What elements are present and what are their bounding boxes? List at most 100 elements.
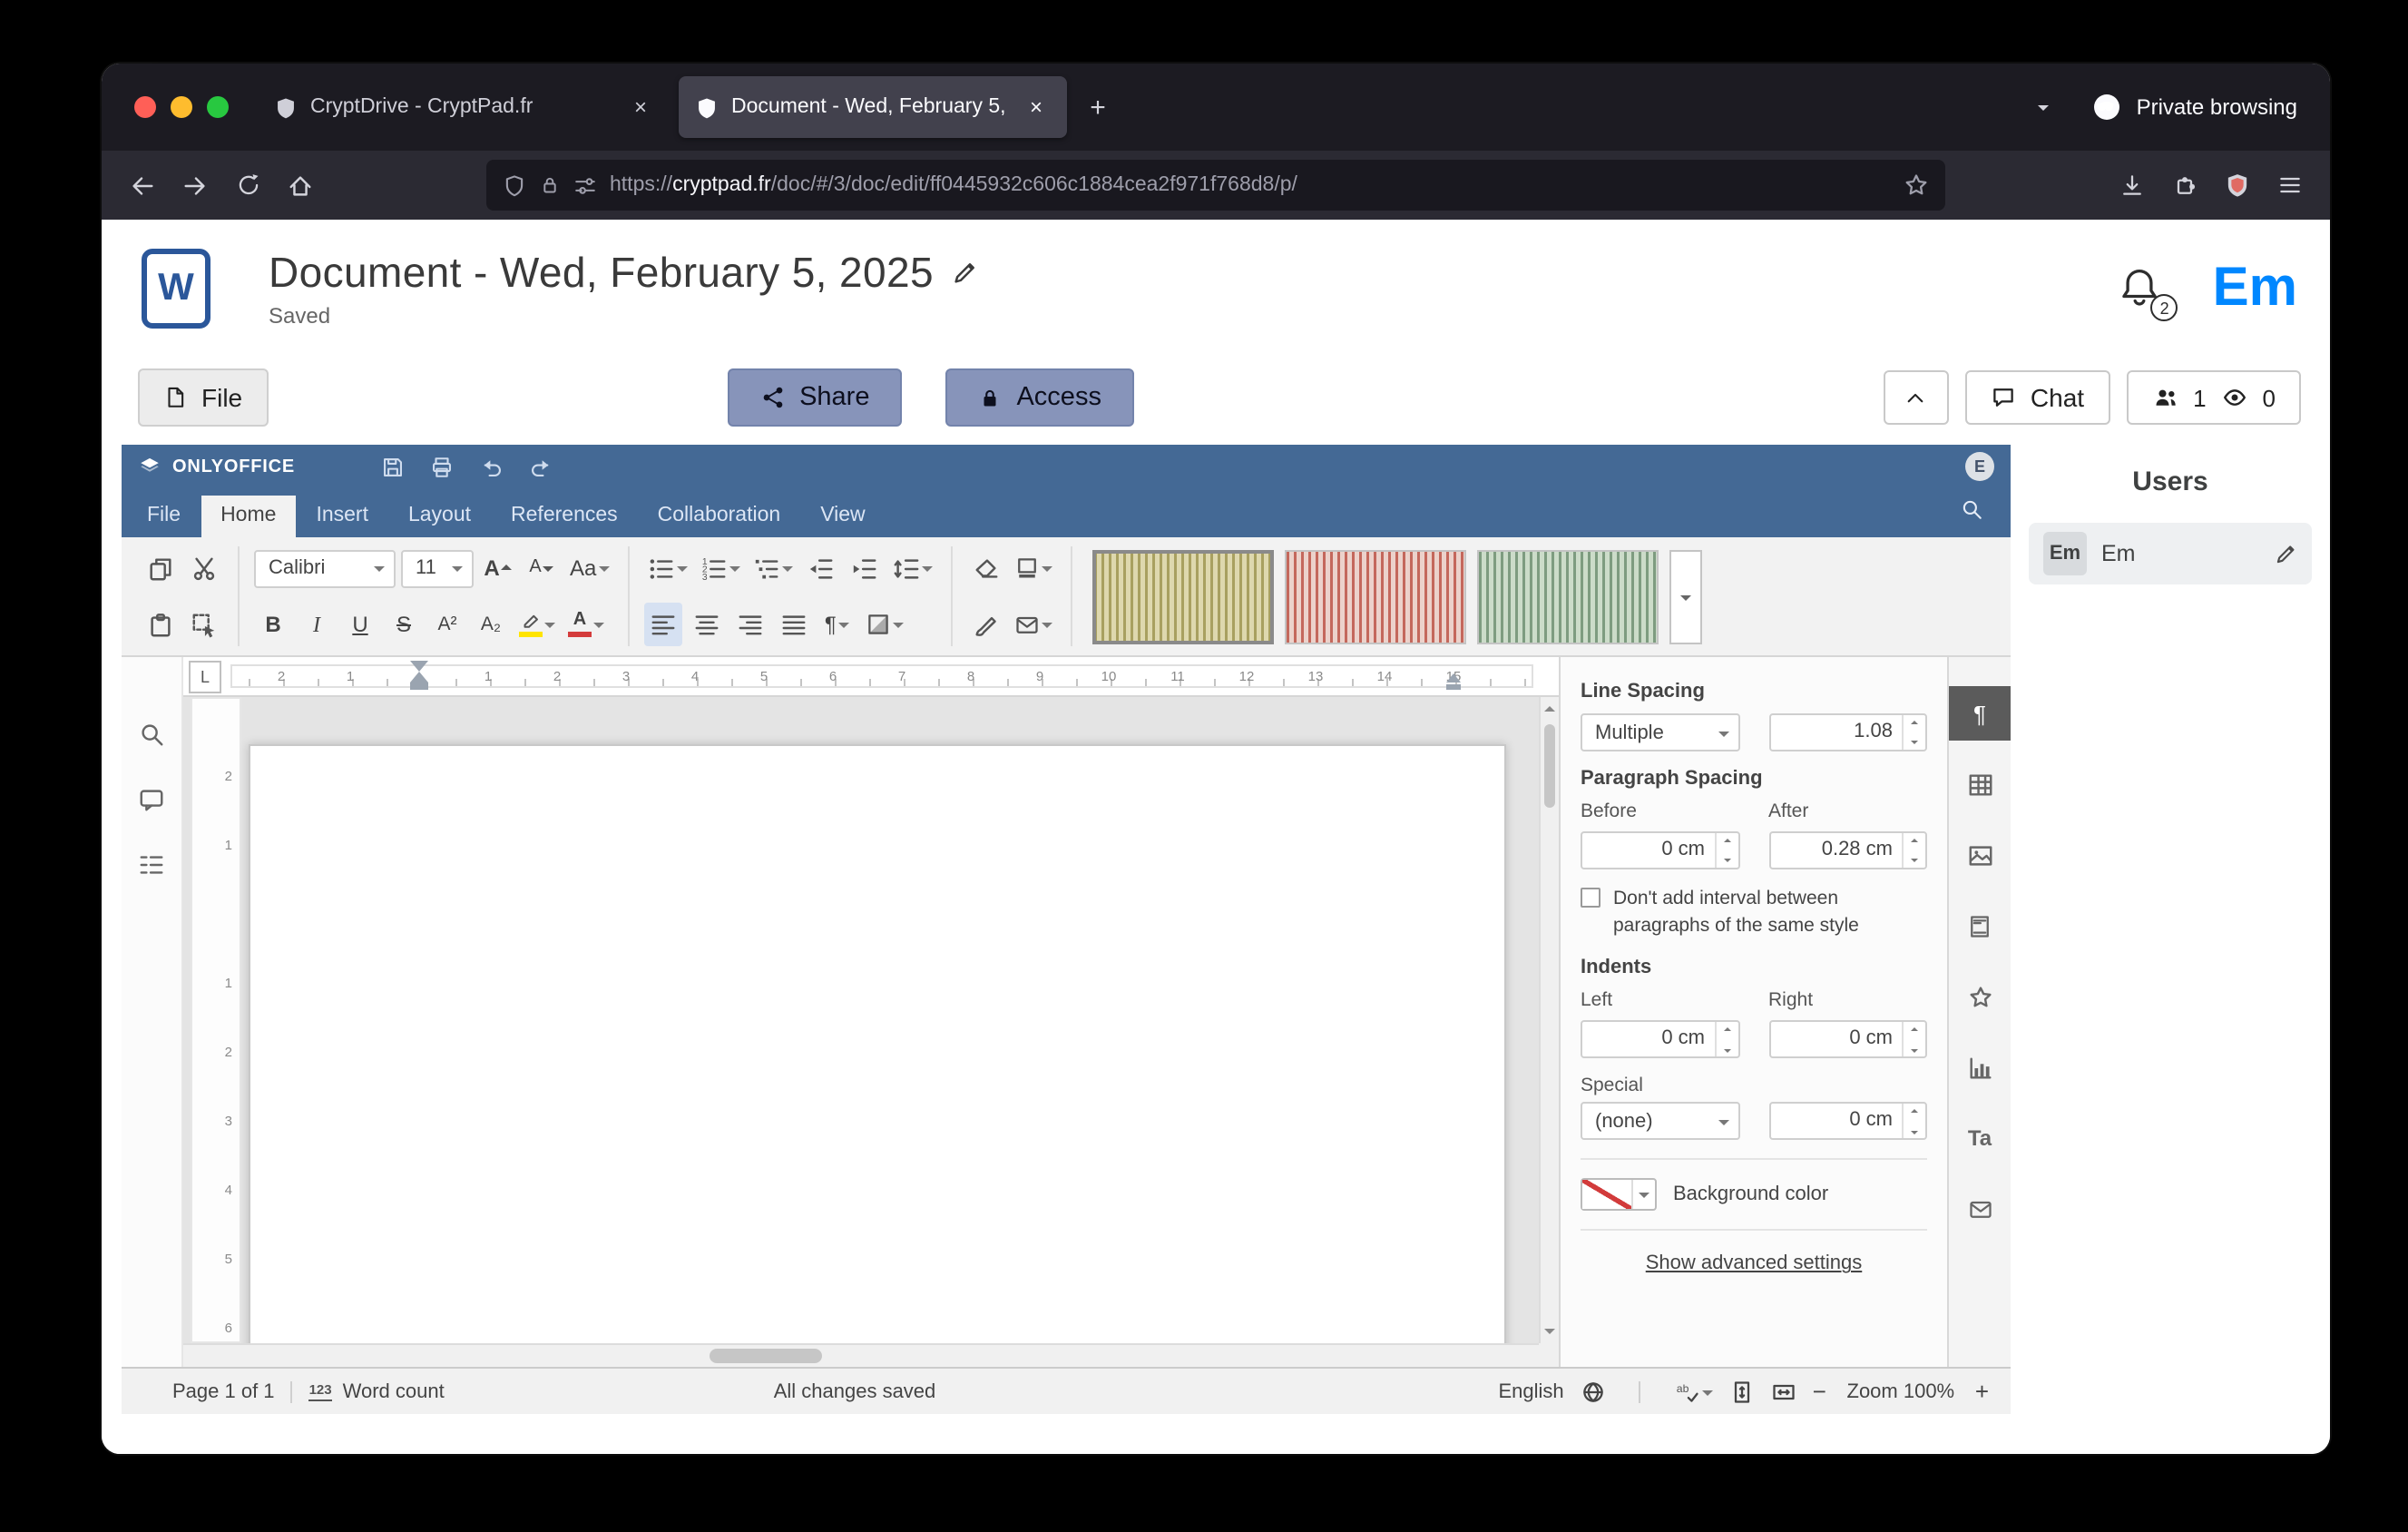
increase-indent-icon[interactable] (845, 546, 883, 590)
spin-down-icon[interactable] (1716, 850, 1737, 868)
copy-style-icon[interactable] (966, 603, 1004, 646)
permissions-sliders-icon[interactable] (573, 173, 597, 197)
nonprinting-characters-icon[interactable]: ¶ (817, 603, 856, 646)
indent-right-spinner[interactable]: 0 cm (1768, 1021, 1927, 1059)
style-thumbnail-2[interactable] (1284, 549, 1465, 643)
ublock-origin-icon[interactable] (2210, 160, 2263, 211)
shape-settings-icon[interactable] (1948, 969, 2012, 1024)
line-spacing-icon[interactable] (888, 546, 935, 590)
menu-tab-home[interactable]: Home (201, 495, 296, 537)
decrease-indent-icon[interactable] (801, 546, 839, 590)
horizontal-scrollbar[interactable] (183, 1343, 1539, 1367)
right-indent-marker[interactable] (1446, 666, 1461, 683)
language-button[interactable]: English (1498, 1380, 1563, 1402)
change-case-icon[interactable]: Aa (566, 546, 612, 590)
line-spacing-select[interactable]: Multiple (1581, 713, 1739, 751)
strikethrough-icon[interactable]: S (385, 603, 423, 646)
indent-left-spinner[interactable]: 0 cm (1581, 1021, 1739, 1059)
undo-icon[interactable] (469, 448, 513, 485)
scroll-down-icon[interactable] (1541, 1320, 1559, 1341)
edit-title-pencil-icon[interactable] (952, 260, 979, 287)
image-settings-icon[interactable] (1948, 828, 2012, 882)
bookmark-star-icon[interactable] (1904, 172, 1929, 198)
fit-width-icon[interactable] (1771, 1379, 1796, 1404)
access-button[interactable]: Access (945, 368, 1134, 427)
spin-up-icon[interactable] (1716, 1023, 1737, 1040)
menu-tab-collaboration[interactable]: Collaboration (638, 495, 801, 537)
mail-merge-icon[interactable] (1010, 603, 1055, 646)
paste-icon[interactable] (142, 603, 180, 646)
close-window-button[interactable] (134, 96, 156, 118)
user-avatar[interactable]: Em (2213, 261, 2297, 316)
decrease-font-icon[interactable]: A (523, 546, 561, 590)
interval-checkbox[interactable] (1581, 888, 1600, 908)
header-footer-settings-icon[interactable] (1948, 899, 2012, 953)
word-count-button[interactable]: Word count (343, 1380, 445, 1402)
spin-down-icon[interactable] (1716, 1040, 1737, 1057)
document-page[interactable] (249, 744, 1506, 1367)
align-right-icon[interactable] (730, 603, 768, 646)
chat-button[interactable]: Chat (1965, 370, 2109, 425)
style-thumbnail-1[interactable] (1091, 549, 1273, 643)
file-menu-button[interactable]: File (138, 368, 268, 427)
list-tabs-chevron-icon[interactable] (2021, 83, 2068, 131)
globe-icon[interactable] (1581, 1379, 1606, 1404)
edit-user-pencil-icon[interactable] (2274, 542, 2297, 565)
lock-icon[interactable] (539, 174, 561, 196)
tracking-protection-shield-icon[interactable] (503, 173, 526, 197)
print-icon[interactable] (420, 448, 464, 485)
underline-icon[interactable]: U (341, 603, 379, 646)
close-tab-icon[interactable]: × (626, 93, 655, 122)
zoom-out-button[interactable]: − (1813, 1378, 1826, 1405)
fit-page-icon[interactable] (1729, 1379, 1755, 1404)
special-amount-spinner[interactable]: 0 cm (1768, 1103, 1927, 1141)
special-select[interactable]: (none) (1581, 1103, 1739, 1141)
find-icon[interactable] (128, 712, 175, 755)
hanging-indent-marker[interactable] (410, 663, 428, 683)
font-name-select[interactable]: Calibri (254, 549, 396, 587)
background-color-swatch[interactable] (1581, 1179, 1657, 1212)
cut-icon[interactable] (185, 546, 223, 590)
bullet-list-icon[interactable] (643, 546, 690, 590)
maximize-window-button[interactable] (207, 96, 229, 118)
numbered-list-icon[interactable]: 123 (696, 546, 743, 590)
save-icon[interactable] (371, 448, 415, 485)
extensions-puzzle-icon[interactable] (2158, 160, 2210, 211)
textart-settings-icon[interactable]: Ta (1948, 1111, 2012, 1165)
increase-font-icon[interactable]: A (479, 546, 517, 590)
justify-icon[interactable] (774, 603, 812, 646)
styles-gallery-expand-icon[interactable] (1669, 549, 1701, 643)
multilevel-list-icon[interactable] (749, 546, 796, 590)
zoom-in-button[interactable]: + (1975, 1378, 1989, 1405)
select-all-icon[interactable] (185, 603, 223, 646)
menu-tab-references[interactable]: References (491, 495, 638, 537)
spin-up-icon[interactable] (1716, 833, 1737, 850)
vertical-ruler[interactable]: 21123456 (191, 697, 241, 1343)
tab-stop-selector[interactable]: L (189, 661, 221, 693)
users-presence-button[interactable]: 1 0 (2126, 370, 2301, 425)
font-size-select[interactable]: 11 (401, 549, 474, 587)
vertical-scrollbar[interactable] (1539, 697, 1559, 1343)
style-thumbnail-3[interactable] (1476, 549, 1658, 643)
no-color-swatch[interactable] (1582, 1181, 1631, 1210)
spin-up-icon[interactable] (1904, 715, 1925, 732)
spacing-before-spinner[interactable]: 0 cm (1581, 831, 1739, 869)
new-tab-button[interactable]: + (1074, 83, 1121, 131)
navigation-headings-icon[interactable] (128, 842, 175, 886)
left-indent-marker[interactable] (410, 683, 428, 690)
redo-icon[interactable] (518, 448, 562, 485)
spacing-after-spinner[interactable]: 0.28 cm (1768, 831, 1927, 869)
align-left-icon[interactable] (643, 603, 681, 646)
spin-up-icon[interactable] (1904, 833, 1925, 850)
chart-settings-icon[interactable] (1948, 1040, 2012, 1095)
home-icon[interactable] (274, 160, 327, 211)
back-icon[interactable] (116, 160, 169, 211)
tab-document-active[interactable]: Document - Wed, February 5, 2025 × (679, 76, 1067, 138)
horizontal-ruler[interactable]: L 21123456789101112131415 (183, 657, 1559, 697)
mail-merge-settings-icon[interactable] (1948, 1182, 2012, 1236)
spell-check-icon[interactable]: ab (1673, 1379, 1713, 1404)
spin-down-icon[interactable] (1904, 1122, 1925, 1139)
editor-search-icon[interactable] (1938, 490, 2005, 537)
page-indicator[interactable]: Page 1 of 1 (172, 1380, 275, 1402)
highlight-color-icon[interactable] (515, 603, 559, 646)
